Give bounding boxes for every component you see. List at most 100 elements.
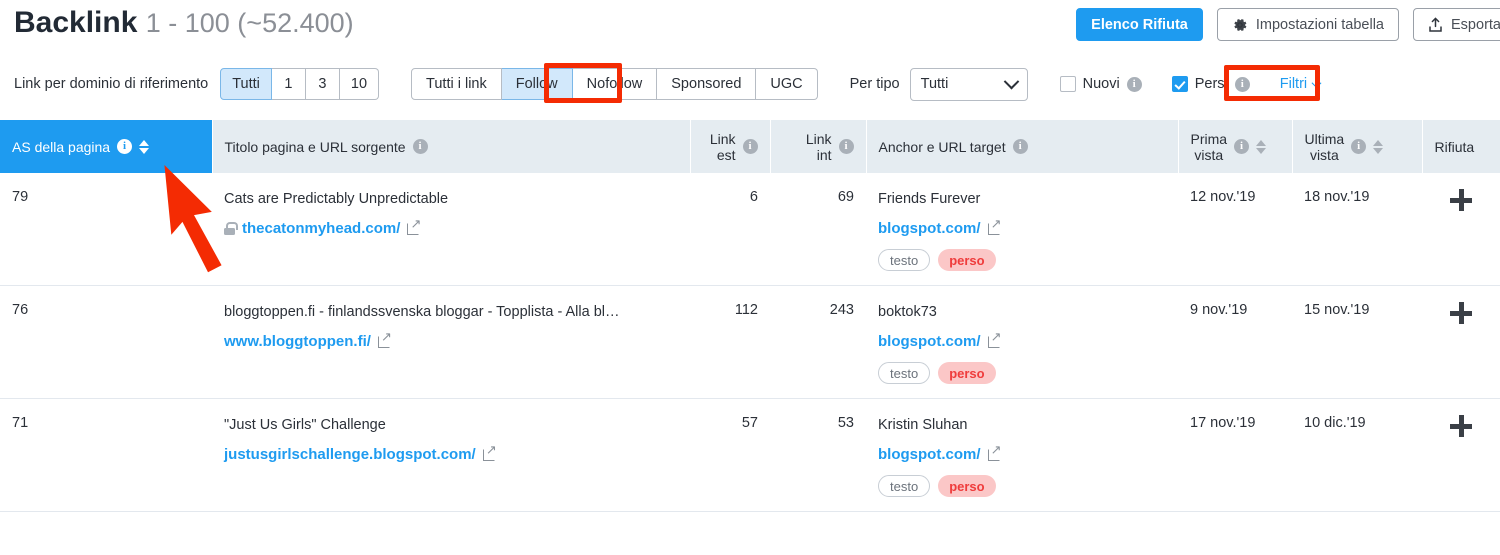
filtri-dropdown[interactable]: Filtri xyxy=(1280,76,1322,92)
column-header-link-est-line2: est xyxy=(716,146,736,163)
column-header-ultima-vista[interactable]: Ultima vista i xyxy=(1292,120,1423,173)
column-header-anchor: Anchor e URL target i xyxy=(866,120,1179,173)
ultima-vista-info-icon[interactable]: i xyxy=(1351,139,1367,154)
export-button[interactable]: Esporta xyxy=(1413,8,1500,41)
anchor-info-icon[interactable]: i xyxy=(1012,139,1028,154)
source-url-link[interactable]: www.bloggtoppen.fi/ xyxy=(224,333,371,350)
titolo-info-icon[interactable]: i xyxy=(412,139,428,154)
external-link-icon[interactable] xyxy=(407,217,421,235)
source-title: Cats are Predictably Unpredictable xyxy=(224,191,449,207)
column-header-link-est-line1: Link xyxy=(709,130,736,147)
cell-as-score: 71 xyxy=(0,398,212,512)
cell-rifiuta xyxy=(1422,173,1500,286)
per-tipo-filter: Per tipo Tutti xyxy=(850,67,1028,101)
persi-checkbox[interactable] xyxy=(1171,76,1188,92)
cell-prima-vista: 9 nov.'19 xyxy=(1178,285,1292,399)
link-type-option-tutti-i-link[interactable]: Tutti i link xyxy=(411,68,502,100)
page-title-count: 1 - 100 (~52.400) xyxy=(145,8,354,38)
cell-anchor: Kristin Sluhan blogspot.com/ testo perso xyxy=(866,398,1178,512)
column-header-titolo: Titolo pagina e URL sorgente i xyxy=(212,120,691,173)
add-to-disavow-icon[interactable] xyxy=(1450,415,1472,437)
cell-rifiuta xyxy=(1422,398,1500,512)
cell-link-est: 112 xyxy=(690,285,770,399)
cell-ultima-vista: 15 nov.'19 xyxy=(1292,285,1422,399)
column-header-as-pagina[interactable]: AS della pagina i xyxy=(0,120,213,173)
tag-testo: testo xyxy=(878,475,931,497)
links-per-domain-option-tutti[interactable]: Tutti xyxy=(220,68,272,100)
links-per-domain-option-1[interactable]: 1 xyxy=(271,68,306,100)
link-type-option-ugc[interactable]: UGC xyxy=(756,68,818,100)
disavow-list-button[interactable]: Elenco Rifiuta xyxy=(1076,8,1203,41)
source-url-link[interactable]: thecatonmyhead.com/ xyxy=(242,220,400,237)
column-header-as-pagina-label: AS della pagina xyxy=(12,138,111,155)
table-body: 79 Cats are Predictably Unpredictable th… xyxy=(0,173,1500,512)
link-int-info-icon[interactable]: i xyxy=(838,139,854,154)
as-pagina-info-icon[interactable]: i xyxy=(117,139,133,154)
link-type-option-sponsored[interactable]: Sponsored xyxy=(657,68,757,100)
cell-prima-vista: 12 nov.'19 xyxy=(1178,173,1292,286)
as-pagina-sort-icon[interactable] xyxy=(139,139,150,154)
lock-icon xyxy=(224,222,238,235)
filter-bar: Link per dominio di riferimento Tutti 1 … xyxy=(0,62,1500,106)
table-header-row: AS della pagina i Titolo pagina e URL so… xyxy=(0,120,1500,173)
external-link-icon[interactable] xyxy=(987,330,1001,348)
cell-source: "Just Us Girls" Challenge justusgirlscha… xyxy=(212,398,690,512)
cell-anchor: boktok73 blogspot.com/ testo perso xyxy=(866,285,1178,399)
tag-perso: perso xyxy=(938,475,996,497)
link-type-option-nofollow[interactable]: Nofollow xyxy=(572,68,658,100)
chevron-down-icon xyxy=(1003,73,1019,89)
link-type-option-follow[interactable]: Follow xyxy=(501,68,573,100)
column-header-rifiuta-label: Rifiuta xyxy=(1434,138,1475,155)
per-tipo-select[interactable]: Tutti xyxy=(909,67,1028,101)
backlinks-table: AS della pagina i Titolo pagina e URL so… xyxy=(0,120,1500,512)
tag-testo: testo xyxy=(878,362,931,384)
header-actions: Elenco Rifiuta Impostazioni tabella Espo… xyxy=(1076,8,1500,41)
link-type-group: Tutti i link Follow Nofollow Sponsored U… xyxy=(411,68,818,100)
source-url-link[interactable]: justusgirlschallenge.blogspot.com/ xyxy=(224,446,476,463)
column-header-rifiuta: Rifiuta xyxy=(1422,120,1500,173)
target-url-row: blogspot.com/ xyxy=(878,443,1166,463)
nuovi-label: Nuovi xyxy=(1082,76,1120,92)
target-url-link[interactable]: blogspot.com/ xyxy=(878,446,981,463)
external-link-icon[interactable] xyxy=(377,330,392,348)
persi-info-icon[interactable]: i xyxy=(1234,76,1250,92)
external-link-icon[interactable] xyxy=(987,443,1001,461)
column-header-prima-vista[interactable]: Prima vista i xyxy=(1178,120,1293,173)
links-per-domain-option-10[interactable]: 10 xyxy=(339,68,380,100)
chevron-down-icon xyxy=(1311,77,1322,88)
cell-as-score: 76 xyxy=(0,285,212,399)
cell-as-score: 79 xyxy=(0,173,212,286)
tag-perso: perso xyxy=(938,362,996,384)
target-url-link[interactable]: blogspot.com/ xyxy=(878,333,981,350)
export-label: Esporta xyxy=(1451,16,1500,33)
table-row: 76 bloggtoppen.fi - finlandssvenska blog… xyxy=(0,285,1500,399)
link-est-info-icon[interactable]: i xyxy=(742,139,758,154)
cell-link-int: 243 xyxy=(770,285,866,399)
cell-source: Cats are Predictably Unpredictable theca… xyxy=(212,173,690,286)
add-to-disavow-icon[interactable] xyxy=(1450,302,1472,324)
nuovi-info-icon[interactable]: i xyxy=(1126,76,1142,92)
cell-ultima-vista: 10 dic.'19 xyxy=(1292,398,1422,512)
prima-vista-sort-icon[interactable] xyxy=(1256,139,1267,154)
column-header-prima-vista-line2: vista xyxy=(1194,146,1224,163)
add-to-disavow-icon[interactable] xyxy=(1450,189,1472,211)
source-url-row: www.bloggtoppen.fi/ xyxy=(224,330,678,350)
external-link-icon[interactable] xyxy=(987,217,1001,235)
prima-vista-info-icon[interactable]: i xyxy=(1234,139,1250,154)
external-link-icon[interactable] xyxy=(482,443,497,461)
target-url-link[interactable]: blogspot.com/ xyxy=(878,220,981,237)
cell-link-int: 69 xyxy=(770,173,866,286)
table-row: 71 "Just Us Girls" Challenge justusgirls… xyxy=(0,398,1500,512)
cell-source: bloggtoppen.fi - finlandssvenska bloggar… xyxy=(212,285,690,399)
table-row: 79 Cats are Predictably Unpredictable th… xyxy=(0,173,1500,286)
nuovi-checkbox[interactable] xyxy=(1059,76,1076,92)
ultima-vista-sort-icon[interactable] xyxy=(1373,139,1384,154)
source-url-row: justusgirlschallenge.blogspot.com/ xyxy=(224,443,678,463)
cell-link-int: 53 xyxy=(770,398,866,512)
anchor-text: boktok73 xyxy=(878,304,937,320)
links-per-domain-option-3[interactable]: 3 xyxy=(305,68,340,100)
column-header-link-est: Link est i xyxy=(690,120,771,173)
table-settings-button[interactable]: Impostazioni tabella xyxy=(1216,8,1400,41)
persi-label: Persi xyxy=(1194,76,1228,92)
tag-list: testo perso xyxy=(878,362,1166,384)
